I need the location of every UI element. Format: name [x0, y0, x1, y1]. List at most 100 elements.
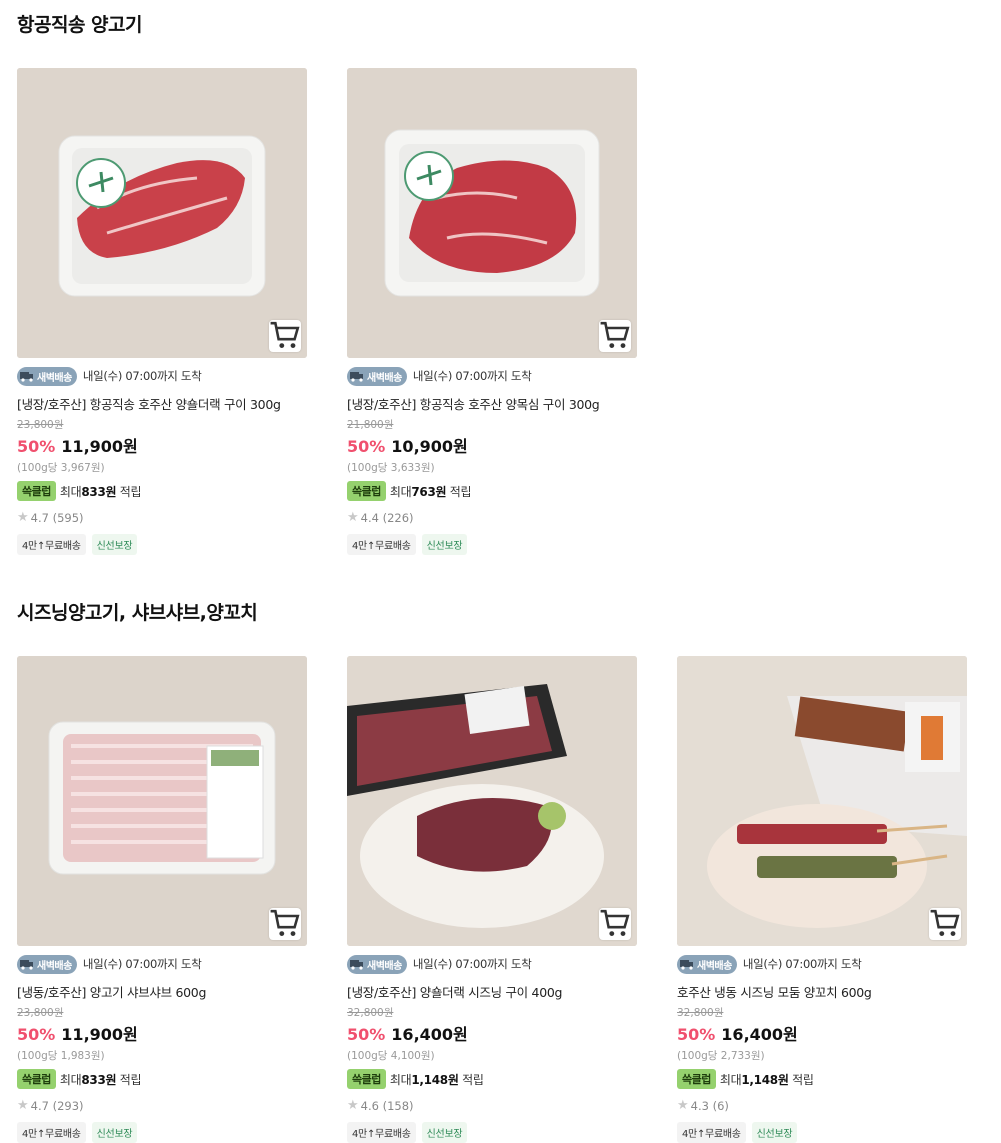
add-to-cart-button[interactable]: [269, 908, 301, 940]
price-row: 50% 11,900원: [17, 1021, 307, 1045]
cart-icon: [270, 909, 300, 936]
product-name[interactable]: 호주산 냉동 시즈닝 모둠 양꼬치 600g: [677, 982, 967, 1001]
sale-price: 16,400원: [721, 1025, 798, 1044]
delivery-info: 새벽배송 내일(수) 07:00까지 도착: [347, 366, 637, 386]
reward-suffix: 적립: [119, 484, 142, 499]
reward-suffix: 적립: [119, 1072, 142, 1087]
price-row: 50% 11,900원: [17, 433, 307, 457]
add-to-cart-button[interactable]: [599, 908, 631, 940]
free-shipping-tag: 4만↑무료배송: [17, 534, 86, 555]
section-seasoned-lamb: 시즈닝양고기, 샤브샤브,양꼬치: [17, 598, 258, 625]
rating-row: ★ 4.7 (595): [17, 510, 307, 525]
rating-score: 4.6: [360, 1098, 379, 1113]
product-card[interactable]: 새벽배송 내일(수) 07:00까지 도착 [냉장/호주산] 항공직송 호주산 …: [17, 68, 307, 555]
product-image[interactable]: [347, 656, 637, 946]
reward-suffix: 적립: [792, 1072, 814, 1087]
discount-rate: 50%: [17, 437, 56, 456]
rating-score: 4.4: [360, 510, 379, 525]
section-title: 항공직송 양고기: [17, 14, 142, 36]
section-air-lamb: 항공직송 양고기: [17, 10, 142, 37]
product-card[interactable]: 새벽배송 내일(수) 07:00까지 도착 [냉동/호주산] 양고기 샤브샤브 …: [17, 656, 307, 1143]
truck-icon: [20, 960, 33, 970]
add-to-cart-button[interactable]: [929, 908, 961, 940]
rating-row: ★ 4.6 (158): [347, 1098, 637, 1113]
cart-icon: [930, 909, 960, 936]
sale-price: 11,900원: [61, 437, 138, 456]
rating-row: ★ 4.4 (226): [347, 510, 637, 525]
delivery-badge: 새벽배송: [347, 366, 407, 386]
star-icon: ★: [677, 1098, 689, 1113]
product-card[interactable]: 새벽배송 내일(수) 07:00까지 도착 [냉장/호주산] 양숄더랙 시즈닝 …: [347, 656, 637, 1143]
delivery-text: 내일(수) 07:00까지 도착: [412, 369, 532, 383]
reward-prefix: 최대: [389, 484, 412, 499]
reward-prefix: 최대: [719, 1072, 742, 1087]
reward-text: 최대833원 적립: [59, 483, 142, 500]
product-card[interactable]: 새벽배송 내일(수) 07:00까지 도착 호주산 냉동 시즈닝 모둠 양꼬치 …: [677, 656, 967, 1143]
discount-rate: 50%: [17, 1025, 56, 1044]
product-name[interactable]: [냉장/호주산] 항공직송 호주산 양숄더랙 구이 300g: [17, 394, 307, 413]
reward-row: 쓱클럽 최대833원 적립: [17, 481, 307, 501]
product-name[interactable]: [냉장/호주산] 항공직송 호주산 양목심 구이 300g: [347, 394, 637, 413]
review-count: (158): [382, 1098, 414, 1113]
original-price: 21,800원: [347, 419, 394, 431]
product-image[interactable]: [347, 68, 637, 358]
product-card[interactable]: 새벽배송 내일(수) 07:00까지 도착 [냉장/호주산] 항공직송 호주산 …: [347, 68, 637, 555]
delivery-badge: 새벽배송: [347, 954, 407, 974]
reward-amount: 1,148원: [411, 1072, 459, 1087]
reward-text: 최대1,148원 적립: [720, 1071, 814, 1088]
reward-suffix: 적립: [462, 1072, 484, 1087]
product-name[interactable]: [냉동/호주산] 양고기 샤브샤브 600g: [17, 982, 307, 1001]
delivery-info: 새벽배송 내일(수) 07:00까지 도착: [17, 954, 307, 974]
price-row: 50% 10,900원: [347, 433, 637, 457]
delivery-text: 내일(수) 07:00까지 도착: [82, 957, 202, 971]
star-icon: ★: [17, 1098, 29, 1113]
original-price: 32,800원: [677, 1007, 724, 1019]
delivery-badge-label: 새벽배송: [37, 372, 72, 384]
reward-row: 쓱클럽 최대833원 적립: [17, 1069, 307, 1089]
price-row: 50% 16,400원: [677, 1021, 967, 1045]
reward-badge: 쓱클럽: [347, 481, 386, 501]
unit-price: (100g당 3,633원): [347, 462, 435, 474]
reward-text: 최대763원 적립: [389, 483, 472, 500]
delivery-badge: 새벽배송: [17, 366, 77, 386]
reward-prefix: 최대: [59, 1072, 82, 1087]
reward-prefix: 최대: [389, 1072, 412, 1087]
product-grid: 새벽배송 내일(수) 07:00까지 도착 [냉장/호주산] 항공직송 호주산 …: [17, 68, 637, 555]
add-to-cart-button[interactable]: [269, 320, 301, 352]
rating-row: ★ 4.7 (293): [17, 1098, 307, 1113]
fresh-guarantee-tag: 신선보장: [421, 534, 468, 555]
reward-amount: 1,148원: [741, 1072, 789, 1087]
star-icon: ★: [17, 510, 29, 525]
reward-badge: 쓱클럽: [677, 1069, 716, 1089]
rating-row: ★ 4.3 (6): [677, 1098, 967, 1113]
reward-amount: 833원: [81, 484, 117, 499]
review-count: (6): [712, 1098, 729, 1113]
review-count: (293): [52, 1098, 84, 1113]
add-to-cart-button[interactable]: [599, 320, 631, 352]
product-name[interactable]: [냉장/호주산] 양숄더랙 시즈닝 구이 400g: [347, 982, 637, 1001]
delivery-info: 새벽배송 내일(수) 07:00까지 도착: [17, 366, 307, 386]
reward-text: 최대833원 적립: [59, 1071, 142, 1088]
delivery-badge-label: 새벽배송: [37, 960, 72, 972]
tag-list: 4만↑무료배송 신선보장: [17, 534, 307, 555]
price-row: 50% 16,400원: [347, 1021, 637, 1045]
reward-prefix: 최대: [59, 484, 82, 499]
discount-rate: 50%: [347, 1025, 386, 1044]
product-image[interactable]: [677, 656, 967, 946]
rating-score: 4.7: [30, 510, 49, 525]
reward-badge: 쓱클럽: [347, 1069, 386, 1089]
reward-badge: 쓱클럽: [17, 481, 56, 501]
reward-text: 최대1,148원 적립: [390, 1071, 484, 1088]
star-icon: ★: [347, 1098, 359, 1113]
delivery-info: 새벽배송 내일(수) 07:00까지 도착: [677, 954, 967, 974]
product-image[interactable]: [17, 656, 307, 946]
unit-price: (100g당 1,983원): [17, 1050, 105, 1062]
truck-icon: [350, 372, 363, 382]
rating-score: 4.3: [690, 1098, 709, 1113]
truck-icon: [680, 960, 693, 970]
delivery-text: 내일(수) 07:00까지 도착: [412, 957, 532, 971]
discount-rate: 50%: [347, 437, 386, 456]
product-image[interactable]: [17, 68, 307, 358]
reward-row: 쓱클럽 최대1,148원 적립: [347, 1069, 637, 1089]
truck-icon: [20, 372, 33, 382]
